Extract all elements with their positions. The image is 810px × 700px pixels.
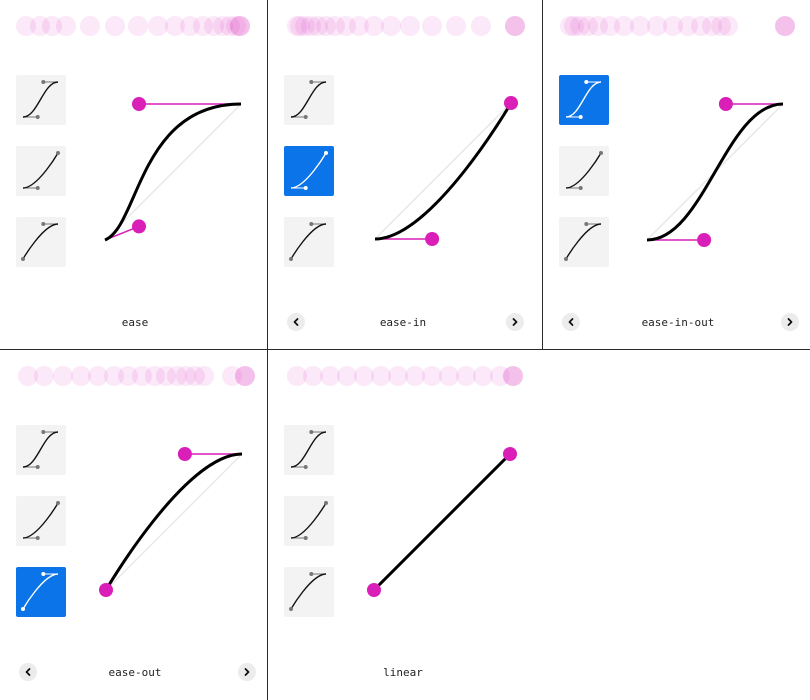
control-point-1-handle[interactable] <box>99 583 113 597</box>
easing-panel-ease: ease <box>0 0 267 349</box>
easing-panel-ease-in: ease-in <box>268 0 542 349</box>
next-preset-button[interactable] <box>506 313 524 331</box>
control-point-1-handle[interactable] <box>367 583 381 597</box>
previous-preset-button[interactable] <box>287 313 305 331</box>
previous-preset-button[interactable] <box>562 313 580 331</box>
easing-panel-ease-in-out: ease-in-out <box>543 0 810 349</box>
control-point-1-handle[interactable] <box>132 219 146 234</box>
chevron-left-icon <box>568 318 574 326</box>
control-point-1-handle[interactable] <box>425 232 440 246</box>
linear-reference-line <box>104 103 242 241</box>
chevron-right-icon <box>244 668 250 676</box>
easing-name-label: ease-in-out <box>641 316 715 329</box>
chevron-left-icon <box>25 668 31 676</box>
bezier-curve-graphic <box>104 97 242 242</box>
curve-editor <box>268 0 538 349</box>
control-point-2-handle[interactable] <box>132 97 146 111</box>
control-point-1-handle[interactable] <box>697 233 712 247</box>
easing-panel-linear: linear <box>268 350 542 700</box>
linear-reference-line <box>374 102 512 240</box>
next-preset-button[interactable] <box>781 313 799 331</box>
chevron-left-icon <box>293 318 299 326</box>
next-preset-button[interactable] <box>238 663 256 681</box>
easing-panel-ease-out: ease-out <box>0 350 267 700</box>
curve-editor <box>0 350 267 700</box>
easing-name-label: ease <box>121 316 149 329</box>
curve-editor <box>543 0 810 349</box>
bezier-curve-graphic <box>99 447 243 597</box>
bezier-curve-graphic <box>374 96 518 246</box>
control-point-2-handle[interactable] <box>718 97 733 111</box>
bezier-curve-graphic <box>367 447 517 597</box>
chevron-right-icon <box>512 318 518 326</box>
linear-reference-line <box>105 453 243 591</box>
previous-preset-button[interactable] <box>19 663 37 681</box>
bezier-curve-graphic <box>646 97 784 247</box>
easing-curve <box>372 452 512 592</box>
chevron-right-icon <box>787 318 793 326</box>
easing-name-label: ease-out <box>108 666 162 679</box>
easing-name-label: ease-in <box>379 316 427 329</box>
control-point-2-handle[interactable] <box>504 96 518 110</box>
curve-editor <box>0 0 267 349</box>
easing-name-label: linear <box>383 666 423 679</box>
curve-editor <box>268 350 538 700</box>
control-point-2-handle[interactable] <box>503 447 517 461</box>
control-point-2-handle[interactable] <box>177 447 192 461</box>
